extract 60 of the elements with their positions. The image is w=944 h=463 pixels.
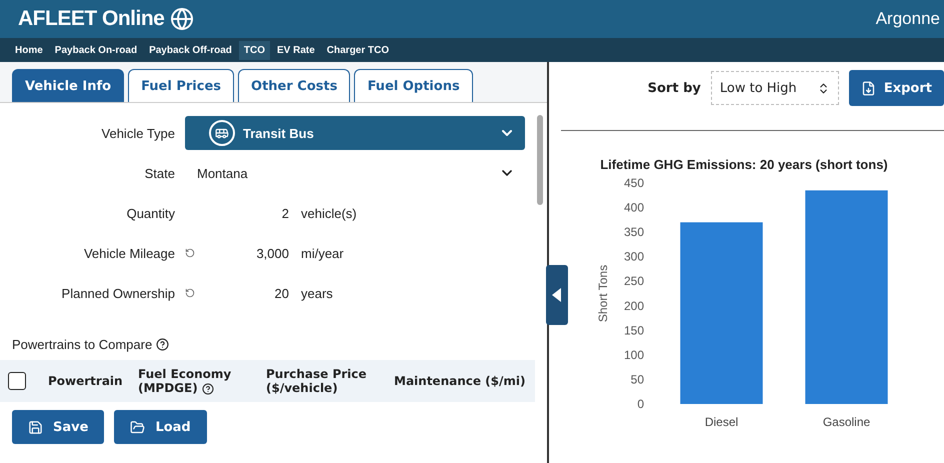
field-label: Quantity xyxy=(126,206,175,220)
sort-label: Sort by xyxy=(648,80,701,96)
app-title: AFLEET Online xyxy=(18,7,164,31)
nav-link[interactable]: Payback Off-road xyxy=(144,40,237,60)
nav-link[interactable]: Payback On-road xyxy=(50,40,142,60)
tab[interactable]: Fuel Prices xyxy=(128,69,234,102)
help-icon[interactable] xyxy=(202,382,214,395)
y-tick-label: 50 xyxy=(630,372,644,386)
field-label: Planned Ownership xyxy=(60,286,175,300)
x-tick-label: Diesel xyxy=(704,415,738,429)
folder-icon xyxy=(130,420,146,434)
field-label: State xyxy=(144,166,175,180)
reset-icon[interactable] xyxy=(185,248,195,258)
unit-label: years xyxy=(301,286,334,300)
load-button[interactable]: Load xyxy=(114,410,207,444)
number-field[interactable]: 2 xyxy=(219,206,289,220)
y-tick-label: 450 xyxy=(624,176,644,190)
field-label: Vehicle Mileage xyxy=(82,246,175,260)
triangle-left-icon xyxy=(552,288,562,302)
sort-dropdown[interactable]: Low to High xyxy=(710,71,839,105)
x-tick-label: Gasoline xyxy=(822,415,870,429)
globe-icon xyxy=(170,7,194,31)
y-tick-label: 400 xyxy=(624,200,644,215)
file-icon xyxy=(860,80,876,96)
unit-label: mi/year xyxy=(301,246,345,260)
number-field[interactable]: 3,000 xyxy=(219,246,289,260)
save-icon xyxy=(28,420,43,434)
chart-title: Lifetime GHG Emissions: 20 years (short tons) xyxy=(600,157,888,172)
checkbox[interactable] xyxy=(8,372,26,390)
section-title: Powertrains to Compare xyxy=(12,337,152,352)
tab[interactable]: Vehicle Info xyxy=(12,69,124,102)
vehicle-type-dropdown[interactable]: Transit Bus xyxy=(185,116,525,150)
y-tick-label: 300 xyxy=(624,250,644,264)
save-button[interactable]: Save xyxy=(12,410,104,444)
y-tick-label: 350 xyxy=(624,225,644,240)
bus-icon xyxy=(209,120,235,146)
y-tick-label: 200 xyxy=(624,298,644,313)
nav-link[interactable]: Charger TCO xyxy=(322,40,394,60)
reset-icon[interactable] xyxy=(185,288,195,298)
nav-link[interactable]: Home xyxy=(10,40,48,60)
y-tick-label: 150 xyxy=(624,323,644,338)
nav-link[interactable]: EV Rate xyxy=(272,40,320,60)
y-tick-label: 250 xyxy=(624,274,644,288)
y-axis-label: Short Tons xyxy=(596,264,610,322)
column-header: Purchase Price ($/vehicle) xyxy=(266,367,368,395)
tab[interactable]: Other Costs xyxy=(238,69,350,102)
tab[interactable]: Fuel Options xyxy=(354,69,473,102)
column-header: Maintenance ($/mi) xyxy=(394,374,527,388)
logo-text: Argonne xyxy=(876,9,941,29)
y-tick-label: 0 xyxy=(637,397,644,411)
help-icon[interactable] xyxy=(156,338,170,351)
column-header: Powertrain xyxy=(48,374,124,388)
export-button[interactable]: Export xyxy=(848,70,944,106)
unit-label: vehicle(s) xyxy=(301,206,358,220)
collapse-button[interactable] xyxy=(546,265,568,325)
nav-link[interactable]: TCO xyxy=(238,40,270,60)
field-label: Vehicle Type xyxy=(100,126,175,140)
number-field[interactable]: 20 xyxy=(219,286,289,300)
y-tick-label: 100 xyxy=(624,348,644,362)
column-header: Fuel Economy (MPDGE) xyxy=(138,367,232,395)
